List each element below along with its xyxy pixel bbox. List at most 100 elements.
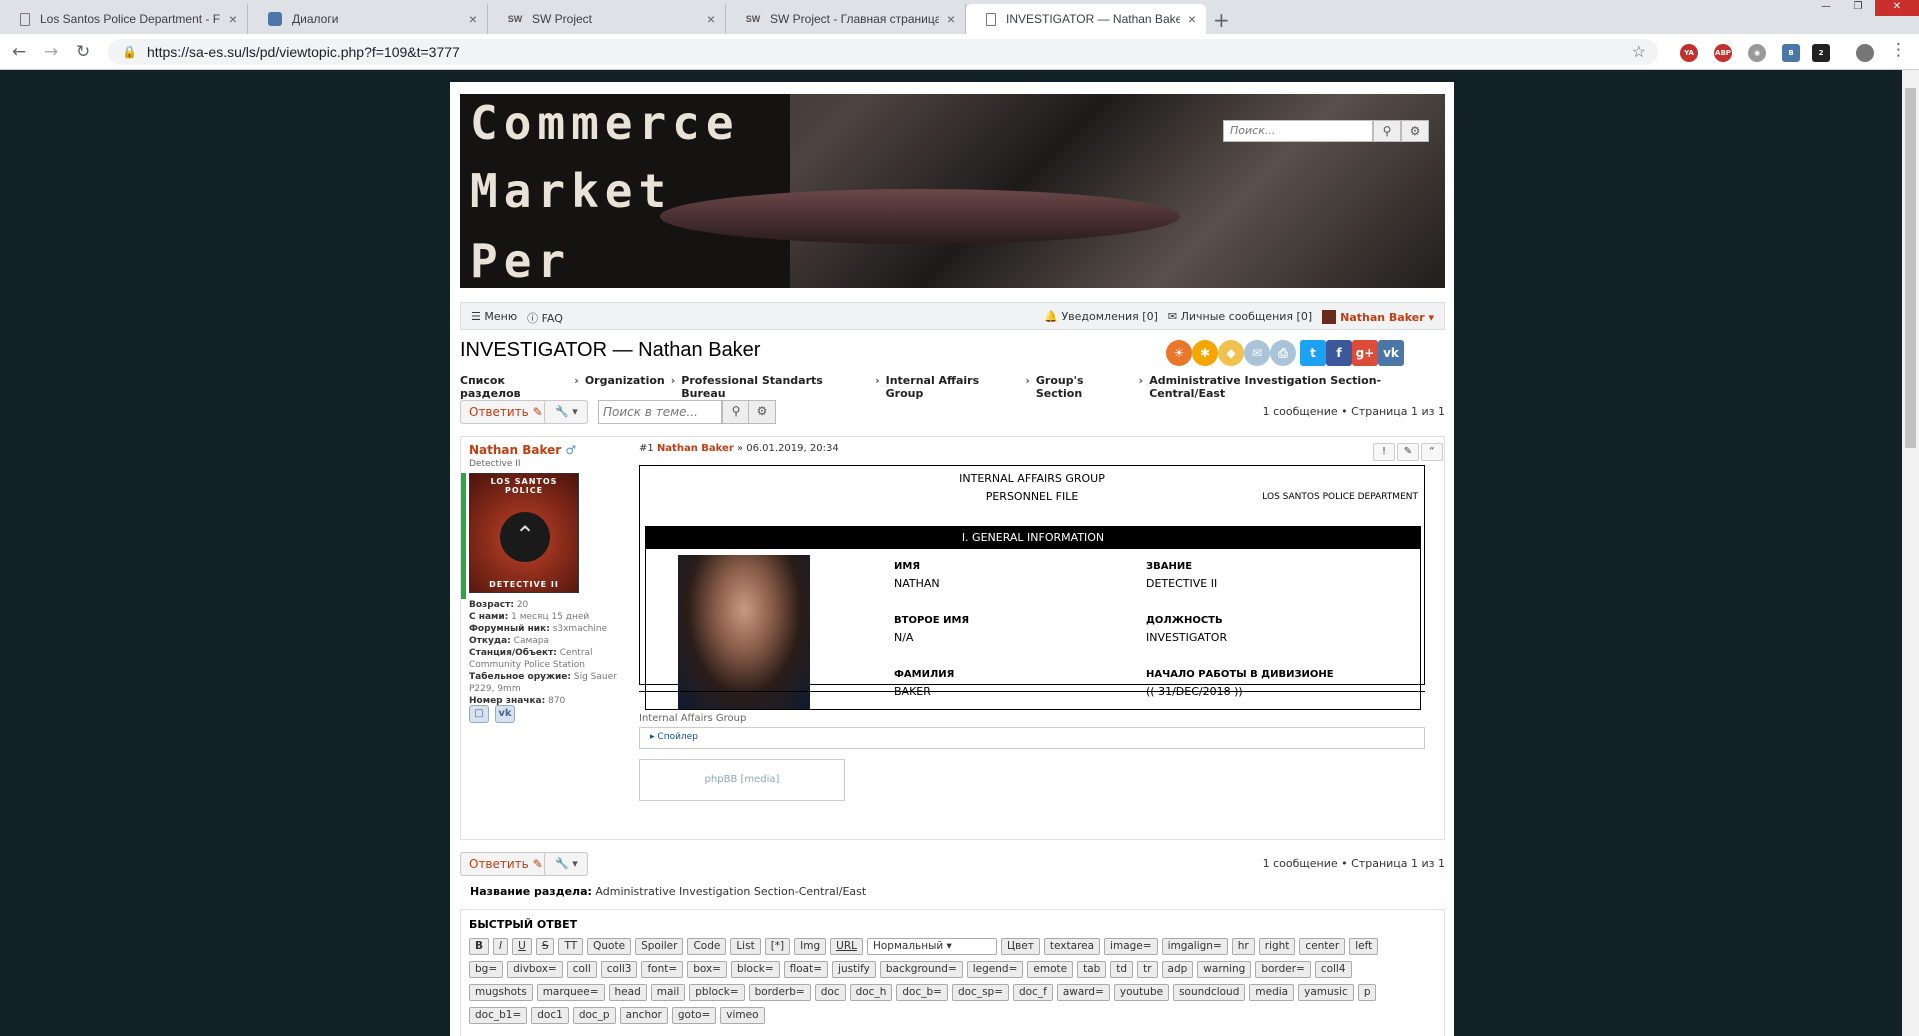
browser-tab[interactable]: Диалоги ×: [248, 4, 488, 34]
close-tab-icon[interactable]: ×: [947, 11, 955, 27]
close-tab-icon[interactable]: ×: [1188, 11, 1196, 27]
profile-avatar-icon[interactable]: [1856, 44, 1874, 62]
bbcode-button[interactable]: p: [1357, 984, 1377, 1001]
rss-icon[interactable]: ◆: [1218, 340, 1244, 366]
bbcode-button[interactable]: youtube: [1113, 984, 1170, 1001]
bbcode-button[interactable]: borderb=: [748, 984, 811, 1001]
bbcode-button[interactable]: border=: [1255, 961, 1311, 978]
bookmark-star-icon[interactable]: ☆: [1632, 42, 1646, 62]
bbcode-button[interactable]: image=: [1104, 938, 1158, 955]
post-number[interactable]: #1: [639, 443, 654, 454]
bbcode-button[interactable]: award=: [1056, 984, 1110, 1001]
post-author[interactable]: Nathan Baker ♂: [469, 443, 629, 457]
media-embed[interactable]: phpBB [media]: [639, 759, 845, 801]
scrollbar-thumb[interactable]: [1905, 88, 1916, 448]
close-tab-icon[interactable]: ×: [229, 11, 237, 27]
breadcrumb-item[interactable]: Professional Standarts Bureau: [681, 374, 869, 400]
bbcode-button[interactable]: Quote: [587, 938, 632, 955]
bbcode-button[interactable]: mugshots: [469, 984, 533, 1001]
bbcode-button[interactable]: divbox=: [507, 961, 563, 978]
ok-share-icon[interactable]: ✱: [1192, 340, 1218, 366]
bbcode-button[interactable]: background=: [879, 961, 963, 978]
report-button[interactable]: !: [1373, 443, 1395, 461]
bbcode-bold-button[interactable]: B: [469, 938, 490, 955]
breadcrumb-item[interactable]: Internal Affairs Group: [886, 374, 1020, 400]
bbcode-button[interactable]: box=: [687, 961, 727, 978]
bbcode-button[interactable]: Цвет: [1000, 938, 1040, 955]
user-menu[interactable]: Nathan Baker ▾: [1322, 310, 1434, 324]
minimize-icon[interactable]: —: [1811, 0, 1841, 16]
vk-profile-icon[interactable]: vk: [495, 705, 515, 723]
reply-button[interactable]: Ответить ✎: [460, 400, 552, 424]
quote-button[interactable]: “: [1421, 443, 1443, 461]
print-icon[interactable]: ⎙: [1270, 340, 1296, 366]
bbcode-button[interactable]: mail: [650, 984, 686, 1001]
vk-extension-icon[interactable]: B: [1782, 44, 1800, 62]
bbcode-button[interactable]: td: [1110, 961, 1134, 978]
topic-tools-button[interactable]: 🔧 ▾: [544, 400, 588, 424]
bbcode-button[interactable]: Code: [687, 938, 727, 955]
browser-tab-active[interactable]: INVESTIGATOR — Nathan Baker ×: [966, 4, 1206, 34]
forum-name-value[interactable]: Administrative Investigation Section-Cen…: [595, 885, 866, 898]
bbcode-button[interactable]: coll: [566, 961, 597, 978]
advanced-search-gear-icon[interactable]: ⚙: [1401, 120, 1429, 142]
site-search-input[interactable]: Поиск...: [1223, 120, 1373, 142]
bbcode-button[interactable]: Spoiler: [635, 938, 684, 955]
topic-tools-button[interactable]: 🔧 ▾: [544, 852, 588, 876]
bbcode-button[interactable]: doc1: [531, 1007, 569, 1024]
browser-tab[interactable]: Los Santos Police Department - F ×: [0, 4, 248, 34]
new-tab-button[interactable]: +: [1213, 8, 1230, 32]
close-tab-icon[interactable]: ×: [707, 11, 715, 27]
facebook-icon[interactable]: f: [1326, 340, 1352, 366]
browser-menu-icon[interactable]: ⋮: [1890, 40, 1907, 60]
bbcode-button[interactable]: anchor: [619, 1007, 668, 1024]
bbcode-button[interactable]: pblock=: [689, 984, 745, 1001]
bbcode-button[interactable]: textarea: [1043, 938, 1101, 955]
bbcode-button[interactable]: soundcloud: [1173, 984, 1246, 1001]
search-icon[interactable]: ⚲: [722, 400, 750, 424]
bbcode-button[interactable]: yamusic: [1298, 984, 1354, 1001]
close-tab-icon[interactable]: ×: [469, 11, 477, 27]
edit-button[interactable]: ✎: [1397, 443, 1419, 461]
bbcode-italic-button[interactable]: I: [493, 938, 509, 955]
bbcode-button[interactable]: font=: [641, 961, 684, 978]
notifications-link[interactable]: 🔔 Уведомления [0]: [1044, 310, 1158, 324]
breadcrumb-item[interactable]: Organization: [585, 374, 665, 400]
bbcode-button[interactable]: coll3: [600, 961, 638, 978]
share-icon[interactable]: ☀: [1166, 340, 1192, 366]
breadcrumb-item[interactable]: Group's Section: [1036, 374, 1133, 400]
google-plus-icon[interactable]: g+: [1352, 340, 1378, 366]
bbcode-button[interactable]: goto=: [671, 1007, 717, 1024]
breadcrumb-item[interactable]: Список разделов: [460, 374, 568, 400]
bbcode-button[interactable]: warning: [1197, 961, 1252, 978]
bbcode-button[interactable]: doc_b1=: [469, 1007, 528, 1024]
reply-button[interactable]: Ответить ✎: [460, 852, 552, 876]
bbcode-button[interactable]: coll4: [1314, 961, 1352, 978]
search-icon[interactable]: ⚲: [1373, 120, 1401, 142]
bbcode-button[interactable]: List: [730, 938, 761, 955]
bbcode-button[interactable]: TT: [558, 938, 584, 955]
reload-icon[interactable]: ↻: [76, 42, 90, 62]
twitter-icon[interactable]: t: [1300, 340, 1326, 366]
extension-icon[interactable]: ◉: [1748, 44, 1766, 62]
notification-extension-icon[interactable]: 2: [1812, 44, 1830, 62]
bbcode-button[interactable]: hr: [1231, 938, 1255, 955]
restore-icon[interactable]: ❐: [1843, 0, 1873, 16]
browser-tab[interactable]: SW SW Project ×: [488, 4, 726, 34]
bbcode-button[interactable]: doc_sp=: [951, 984, 1009, 1001]
yandex-extension-icon[interactable]: YA: [1680, 44, 1698, 62]
bbcode-button[interactable]: block=: [730, 961, 780, 978]
bbcode-button[interactable]: bg=: [469, 961, 504, 978]
bbcode-button[interactable]: [*]: [764, 938, 791, 955]
email-icon[interactable]: ✉: [1244, 340, 1270, 366]
bbcode-button[interactable]: float=: [783, 961, 829, 978]
gear-icon[interactable]: ⚙: [748, 400, 776, 424]
bbcode-button[interactable]: Img: [794, 938, 827, 955]
private-message-icon[interactable]: □: [469, 705, 489, 723]
browser-tab[interactable]: SW SW Project - Главная страница ×: [726, 4, 966, 34]
bbcode-button[interactable]: tab: [1077, 961, 1107, 978]
faq-link[interactable]: ⓘ FAQ: [527, 310, 563, 326]
close-window-icon[interactable]: ✕: [1875, 0, 1919, 16]
bbcode-button[interactable]: tr: [1137, 961, 1158, 978]
bbcode-button[interactable]: doc_h: [849, 984, 893, 1001]
